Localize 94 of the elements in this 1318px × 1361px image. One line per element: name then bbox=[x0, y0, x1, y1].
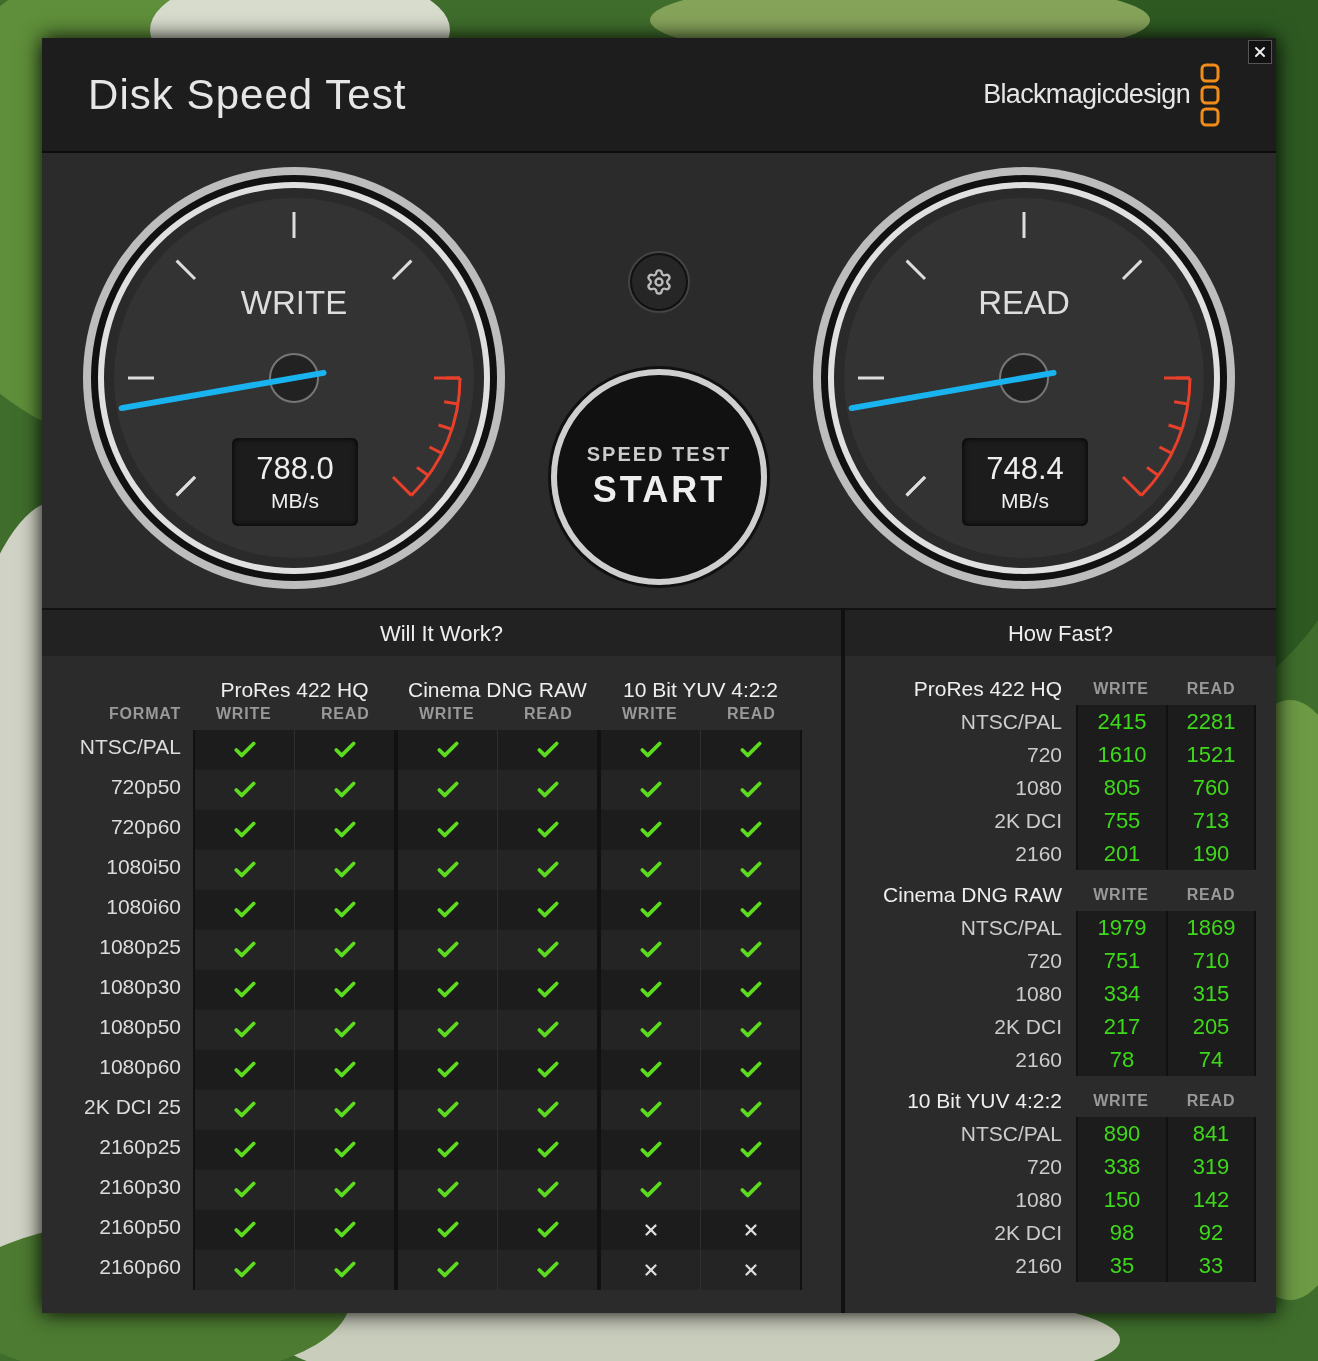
column-header: WRITE bbox=[1092, 678, 1150, 699]
column-header: READ bbox=[1185, 1090, 1237, 1111]
speed-cell: 2415 bbox=[1076, 705, 1166, 738]
format-label: 720p50 bbox=[110, 774, 181, 800]
resolution-label: 720 bbox=[1025, 741, 1063, 768]
format-label: 2160p60 bbox=[99, 1254, 181, 1280]
format-label: 2160p25 bbox=[99, 1134, 181, 1160]
speed-cell: 92 bbox=[1166, 1216, 1256, 1249]
speed-cell: 1979 bbox=[1076, 911, 1166, 944]
column-header: READ bbox=[725, 704, 777, 724]
speed-cell: 142 bbox=[1166, 1183, 1256, 1216]
resolution-label: 2K DCI bbox=[993, 1013, 1063, 1040]
format-label: 1080p30 bbox=[99, 974, 181, 1000]
format-label: 2K DCI 25 bbox=[84, 1094, 181, 1120]
speed-cell: 1869 bbox=[1166, 911, 1256, 944]
column-header: WRITE bbox=[1092, 1090, 1150, 1111]
group-header: ProRes 422 HQ bbox=[219, 677, 370, 702]
speed-cell: 201 bbox=[1076, 837, 1166, 870]
format-label: NTSC/PAL bbox=[79, 734, 181, 760]
column-header: WRITE bbox=[620, 704, 679, 724]
resolution-label: 1080 bbox=[1014, 1186, 1063, 1213]
format-label: 1080i60 bbox=[106, 894, 181, 920]
speed-cell: 190 bbox=[1166, 837, 1256, 870]
column-header: FORMAT bbox=[108, 704, 181, 724]
speed-cell: 217 bbox=[1076, 1010, 1166, 1043]
speed-cell: 338 bbox=[1076, 1150, 1166, 1183]
speed-cell: 205 bbox=[1166, 1010, 1256, 1043]
group-header: 10 Bit YUV 4:2:2 bbox=[622, 677, 779, 702]
column-header: READ bbox=[1185, 678, 1237, 699]
column-header: READ bbox=[1185, 884, 1237, 905]
panel-title: Will It Work? bbox=[379, 619, 503, 648]
speed-cell: 751 bbox=[1076, 944, 1166, 977]
format-label: 1080p25 bbox=[99, 934, 181, 960]
resolution-label: 720 bbox=[1025, 947, 1063, 974]
format-label: 1080p50 bbox=[99, 1014, 181, 1040]
speed-cell: 755 bbox=[1076, 804, 1166, 837]
gauge-label: WRITE bbox=[240, 283, 348, 323]
resolution-label: 720 bbox=[1025, 1153, 1063, 1180]
resolution-label: 2160 bbox=[1014, 1252, 1063, 1279]
speed-cell: 78 bbox=[1076, 1043, 1166, 1076]
column-header: WRITE bbox=[214, 704, 273, 724]
resolution-label: 2160 bbox=[1014, 840, 1063, 867]
speed-cell: 74 bbox=[1166, 1043, 1256, 1076]
format-label: 2160p30 bbox=[99, 1174, 181, 1200]
speed-cell: 710 bbox=[1166, 944, 1256, 977]
settings-button[interactable] bbox=[630, 253, 688, 311]
speed-cell: 98 bbox=[1076, 1216, 1166, 1249]
group-header: ProRes 422 HQ bbox=[912, 675, 1063, 702]
settings-icon bbox=[645, 268, 673, 296]
group-header: 10 Bit YUV 4:2:2 bbox=[906, 1087, 1063, 1114]
group-header: Cinema DNG RAW bbox=[407, 677, 588, 702]
speed-unit: MB/s bbox=[271, 488, 319, 515]
format-label: 720p60 bbox=[110, 814, 181, 840]
resolution-label: 1080 bbox=[1014, 980, 1063, 1007]
speed-cell: 890 bbox=[1076, 1117, 1166, 1150]
speed-unit: MB/s bbox=[1001, 488, 1049, 515]
format-label: 2160p50 bbox=[99, 1214, 181, 1240]
logo-squares-icon bbox=[1200, 62, 1220, 127]
panel-title: How Fast? bbox=[1007, 619, 1114, 648]
close-button[interactable] bbox=[1248, 40, 1272, 64]
column-header: READ bbox=[522, 704, 574, 724]
window-title: Disk Speed Test bbox=[88, 70, 407, 120]
speed-cell: 334 bbox=[1076, 977, 1166, 1010]
column-header: WRITE bbox=[1092, 884, 1150, 905]
resolution-label: 2K DCI bbox=[993, 807, 1063, 834]
speed-value: 748.4 bbox=[986, 449, 1064, 488]
logo-text: Blackmagicdesign bbox=[983, 78, 1190, 112]
speed-cell: 713 bbox=[1166, 804, 1256, 837]
speed-cell: 33 bbox=[1166, 1249, 1256, 1282]
speed-cell: 319 bbox=[1166, 1150, 1256, 1183]
speed-cell: 150 bbox=[1076, 1183, 1166, 1216]
speed-cell: 35 bbox=[1076, 1249, 1166, 1282]
format-label: 1080p60 bbox=[99, 1054, 181, 1080]
column-header: WRITE bbox=[417, 704, 476, 724]
resolution-label: NTSC/PAL bbox=[959, 708, 1063, 735]
speed-value: 788.0 bbox=[256, 449, 334, 488]
resolution-label: 2160 bbox=[1014, 1046, 1063, 1073]
resolution-label: 2K DCI bbox=[993, 1219, 1063, 1246]
speed-cell: 1610 bbox=[1076, 738, 1166, 771]
close-icon bbox=[1252, 44, 1268, 60]
start-button[interactable]: SPEED TEST START bbox=[551, 369, 767, 585]
resolution-label: NTSC/PAL bbox=[959, 1120, 1063, 1147]
group-header: Cinema DNG RAW bbox=[882, 881, 1063, 908]
speed-cell: 2281 bbox=[1166, 705, 1256, 738]
speed-cell: 841 bbox=[1166, 1117, 1256, 1150]
resolution-label: NTSC/PAL bbox=[959, 914, 1063, 941]
format-label: 1080i50 bbox=[106, 854, 181, 880]
speed-cell: 805 bbox=[1076, 771, 1166, 804]
speed-cell: 760 bbox=[1166, 771, 1256, 804]
speed-cell: 1521 bbox=[1166, 738, 1256, 771]
column-header: READ bbox=[319, 704, 371, 724]
resolution-label: 1080 bbox=[1014, 774, 1063, 801]
gauge-label: READ bbox=[978, 283, 1070, 323]
speed-cell: 315 bbox=[1166, 977, 1256, 1010]
